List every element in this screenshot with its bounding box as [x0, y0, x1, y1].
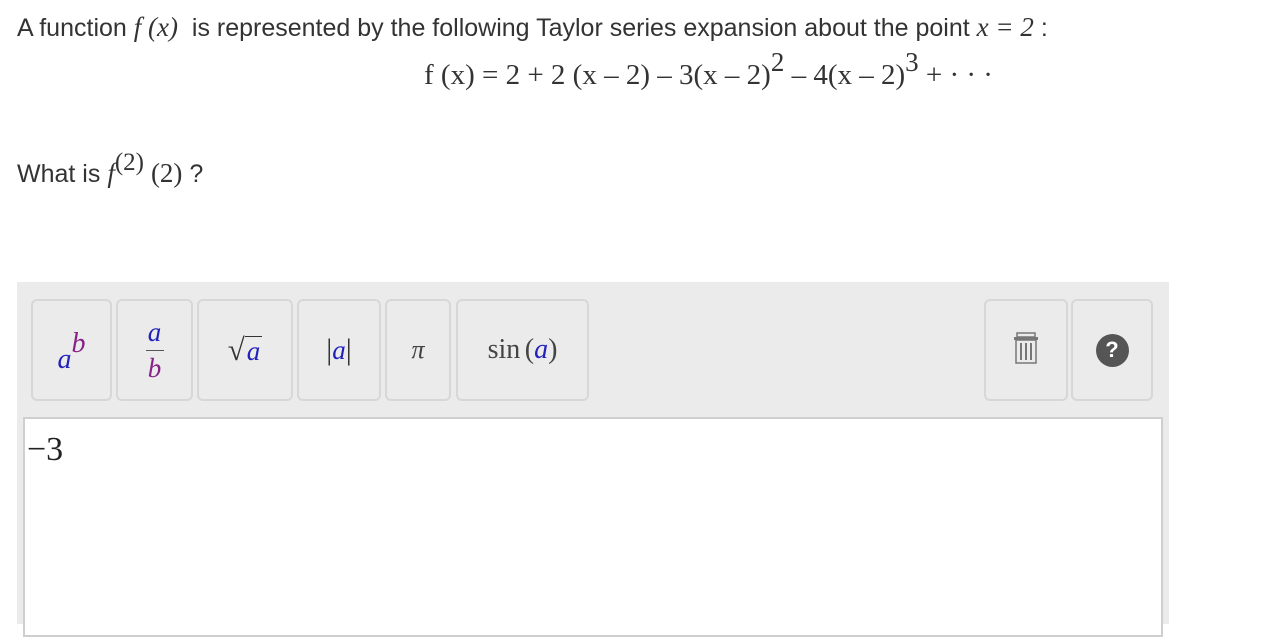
delete-button[interactable]: [984, 299, 1068, 401]
series-lhs: f (x) = 2 + 2 (x – 2) – 3(x – 2): [424, 59, 771, 91]
trash-icon: [1012, 331, 1040, 370]
sqrt-button[interactable]: √ a: [197, 299, 293, 401]
series-tail: + · · ·: [918, 59, 993, 91]
sin-close-paren: ): [548, 334, 558, 365]
pi-button[interactable]: π: [385, 299, 451, 401]
series-exponent-3: 3: [905, 47, 919, 77]
help-button[interactable]: ?: [1071, 299, 1153, 401]
question-middle: is represented by the following Taylor s…: [191, 14, 970, 42]
fraction-numerator: a: [147, 316, 162, 347]
series-exponent-2: 2: [770, 47, 785, 77]
prompt-qmark: ?: [189, 160, 204, 188]
power-exponent: b: [71, 328, 86, 359]
fraction-button[interactable]: a b: [116, 299, 193, 401]
question-prompt: What is f(2) (2) ?: [17, 149, 204, 189]
question-text: A function f (x) is represented by the f…: [17, 12, 1048, 43]
abs-button[interactable]: | a |: [297, 299, 381, 401]
expansion-point: x = 2: [976, 12, 1034, 42]
abs-right-bar: |: [345, 333, 352, 366]
question-colon: :: [1040, 14, 1048, 42]
taylor-series-expression: f (x) = 2 + 2 (x – 2) – 3(x – 2)2 – 4(x …: [424, 47, 993, 92]
series-mid: – 4(x – 2): [784, 59, 906, 91]
sqrt-argument: a: [244, 335, 263, 366]
abs-argument: a: [332, 334, 346, 365]
answer-value: −3: [27, 431, 64, 468]
prompt-argument: (2): [150, 158, 183, 188]
answer-input[interactable]: −3: [23, 417, 1163, 637]
pi-icon: π: [411, 335, 425, 364]
prompt-derivative-order: (2): [114, 149, 144, 176]
sin-argument: a: [534, 334, 549, 365]
math-editor: ab a b √ a | a | π sin (a) ? −3: [17, 282, 1169, 637]
sqrt-icon: √: [227, 332, 245, 367]
power-base: a: [57, 344, 72, 375]
sin-open-paren: (: [524, 334, 535, 365]
sin-label: sin: [487, 334, 521, 365]
question-intro: A function: [17, 14, 127, 42]
sin-button[interactable]: sin (a): [456, 299, 589, 401]
fraction-denominator: b: [147, 352, 162, 383]
fraction-bar: [145, 349, 164, 351]
question-icon: ?: [1095, 333, 1129, 367]
power-button[interactable]: ab: [31, 299, 112, 401]
function-expression: f (x): [133, 12, 178, 42]
prompt-function: f: [107, 158, 115, 188]
prompt-prefix: What is: [17, 160, 101, 188]
